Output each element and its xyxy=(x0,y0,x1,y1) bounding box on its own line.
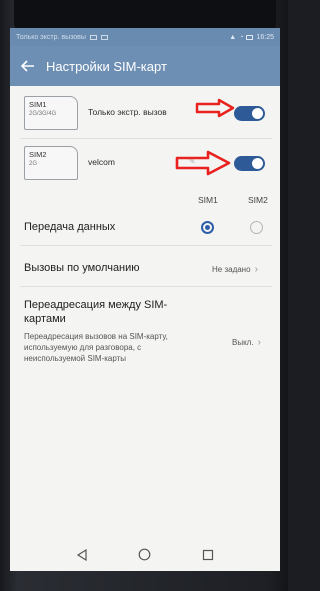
page-title: Настройки SIM-карт xyxy=(46,58,167,74)
phone-frame: Только экстр. вызовы ▲ ◔ 16:25 Настройки… xyxy=(0,0,288,591)
divider xyxy=(20,245,272,246)
battery-icon xyxy=(246,34,254,40)
forwarding-value: Выкл. xyxy=(232,338,254,347)
forwarding-title[interactable]: Переадресация между SIM-картами xyxy=(24,298,174,326)
forwarding-description: Переадресация вызовов на SIM-карту, испо… xyxy=(24,332,168,363)
sim2-row: SIM2 2G velcom ✎ xyxy=(10,138,280,188)
wifi-icon: ◔ xyxy=(239,33,244,41)
screen: Только экстр. вызовы ▲ ◔ 16:25 Настройки… xyxy=(10,28,280,571)
default-calls-value: Не задано xyxy=(212,265,251,274)
default-calls-value-row[interactable]: Не задано › xyxy=(212,264,258,275)
column-header-sim1: SIM1 xyxy=(198,195,218,205)
status-bar: Только экстр. вызовы ▲ ◔ 16:25 xyxy=(10,28,280,46)
default-calls-label[interactable]: Вызовы по умолчанию xyxy=(24,262,140,274)
nav-home-icon[interactable] xyxy=(135,545,155,565)
navigation-bar xyxy=(10,538,280,571)
sim2-toggle[interactable] xyxy=(234,156,265,171)
nav-recents-icon[interactable] xyxy=(198,545,218,565)
notification-icon xyxy=(89,34,97,40)
app-bar: Настройки SIM-карт xyxy=(10,46,280,86)
sim1-card-icon: SIM1 2G/3G/4G xyxy=(24,96,78,130)
data-transfer-sim1-radio[interactable] xyxy=(201,221,214,234)
sim1-network: 2G/3G/4G xyxy=(29,111,57,117)
red-arrow-annotation xyxy=(195,98,235,118)
sim1-row: SIM1 2G/3G/4G Только экстр. вызов xyxy=(10,88,280,138)
nav-back-icon[interactable] xyxy=(72,545,92,565)
carrier-text: Только экстр. вызовы xyxy=(16,33,86,41)
notification-icon xyxy=(100,34,108,40)
red-arrow-annotation xyxy=(175,150,231,176)
sim2-name: SIM2 xyxy=(29,150,47,159)
arrow-left-icon[interactable] xyxy=(10,46,46,86)
sim2-card-icon: SIM2 2G xyxy=(24,146,78,180)
divider xyxy=(20,286,272,287)
chevron-right-icon: › xyxy=(254,264,258,275)
phone-top-bezel xyxy=(14,0,276,30)
data-transfer-sim2-radio[interactable] xyxy=(250,221,263,234)
sim1-toggle[interactable] xyxy=(234,106,265,121)
sim1-name: SIM1 xyxy=(29,100,47,109)
sim1-label: Только экстр. вызов xyxy=(88,107,167,117)
sim2-label: velcom xyxy=(88,157,115,167)
forwarding-value-row[interactable]: Выкл. › xyxy=(232,337,261,348)
sim2-network: 2G xyxy=(29,161,38,167)
column-header-sim2: SIM2 xyxy=(248,195,268,205)
clock: 16:25 xyxy=(256,33,274,41)
signal-icon: ▲ xyxy=(229,33,237,41)
chevron-right-icon: › xyxy=(257,337,261,348)
data-transfer-label: Передача данных xyxy=(24,221,116,233)
